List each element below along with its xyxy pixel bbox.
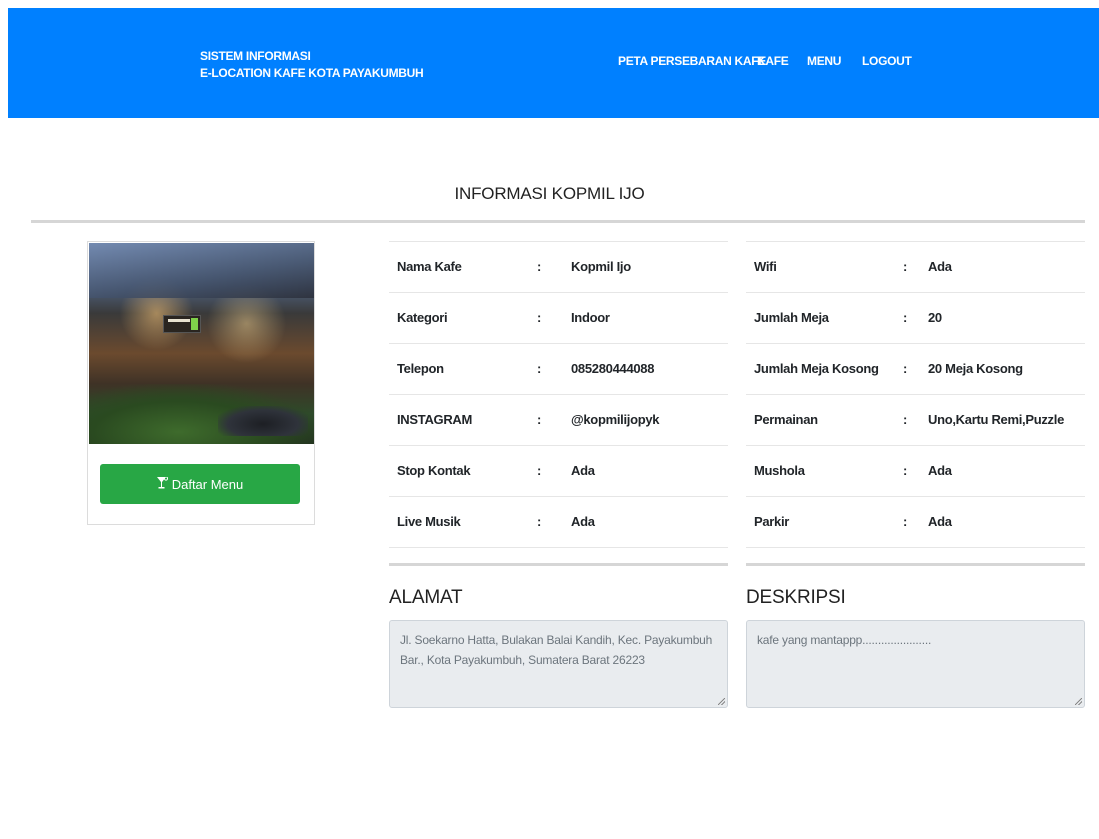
row-separator: : xyxy=(903,463,908,478)
navbar: SISTEM INFORMASI E-LOCATION KAFE KOTA PA… xyxy=(8,8,1099,118)
nav-kafe[interactable]: KAFE xyxy=(757,54,789,68)
row-separator: : xyxy=(537,361,542,376)
nav-peta-persebaran-kafe[interactable]: PETA PERSEBARAN KAFE xyxy=(618,54,766,68)
row-label: Mushola xyxy=(754,463,805,478)
table-row: Parkir : Ada xyxy=(746,497,1085,548)
row-label: Telepon xyxy=(397,361,444,376)
deskripsi-text: kafe yang mantappp...................... xyxy=(757,633,932,647)
row-separator: : xyxy=(903,310,908,325)
row-value: Ada xyxy=(571,463,595,478)
table-row: INSTAGRAM : @kopmilijopyk xyxy=(389,395,728,446)
row-label: Jumlah Meja Kosong xyxy=(754,361,879,376)
row-value: 085280444088 xyxy=(571,361,655,376)
row-value: Kopmil Ijo xyxy=(571,259,631,274)
deskripsi-heading: DESKRIPSI xyxy=(746,587,846,608)
row-value: Indoor xyxy=(571,310,610,325)
daftar-menu-button[interactable]: Daftar Menu xyxy=(100,464,300,504)
row-separator: : xyxy=(903,361,908,376)
resize-handle-icon[interactable] xyxy=(718,698,725,705)
cafe-sign xyxy=(163,315,201,333)
table-row: Kategori : Indoor xyxy=(389,293,728,344)
alamat-heading: ALAMAT xyxy=(389,587,463,608)
row-separator: : xyxy=(537,514,542,529)
row-label: Live Musik xyxy=(397,514,461,529)
row-value: 20 xyxy=(928,310,942,325)
page-title: INFORMASI KOPMIL IJO xyxy=(454,184,645,203)
table-row: Stop Kontak : Ada xyxy=(389,446,728,497)
cocktail-glass-icon xyxy=(156,475,168,492)
row-value: Ada xyxy=(928,514,952,529)
alamat-text: Jl. Soekarno Hatta, Bulakan Balai Kandih… xyxy=(400,633,713,667)
table-row: Jumlah Meja : 20 xyxy=(746,293,1085,344)
table-row: Nama Kafe : Kopmil Ijo xyxy=(389,242,728,293)
row-label: Permainan xyxy=(754,412,818,427)
nav-logout[interactable]: LOGOUT xyxy=(862,54,912,68)
table-row: Telepon : 085280444088 xyxy=(389,344,728,395)
row-separator: : xyxy=(537,412,542,427)
row-label: Stop Kontak xyxy=(397,463,471,478)
resize-handle-icon[interactable] xyxy=(1075,698,1082,705)
title-divider xyxy=(31,220,1085,223)
row-label: INSTAGRAM xyxy=(397,412,473,427)
row-separator: : xyxy=(903,514,908,529)
row-separator: : xyxy=(537,463,542,478)
row-value: Uno,Kartu Remi,Puzzle xyxy=(928,412,1064,427)
row-label: Parkir xyxy=(754,514,790,529)
row-value: Ada xyxy=(571,514,595,529)
table-row: Wifi : Ada xyxy=(746,242,1085,293)
table-divider xyxy=(389,548,728,566)
row-value: @kopmilijopyk xyxy=(571,412,660,427)
cafe-photo xyxy=(89,243,314,444)
table-row: Permainan : Uno,Kartu Remi,Puzzle xyxy=(746,395,1085,446)
info-table-right: Wifi : Ada Jumlah Meja : 20 Jumlah Meja … xyxy=(746,241,1085,566)
row-separator: : xyxy=(903,412,908,427)
row-label: Jumlah Meja xyxy=(754,310,829,325)
table-divider xyxy=(746,548,1085,566)
row-value: Ada xyxy=(928,463,952,478)
table-row: Live Musik : Ada xyxy=(389,497,728,548)
row-label: Nama Kafe xyxy=(397,259,462,274)
row-label: Kategori xyxy=(397,310,448,325)
brand[interactable]: SISTEM INFORMASI E-LOCATION KAFE KOTA PA… xyxy=(200,48,424,82)
nav-menu[interactable]: MENU xyxy=(807,54,841,68)
table-row: Mushola : Ada xyxy=(746,446,1085,497)
info-table-left: Nama Kafe : Kopmil Ijo Kategori : Indoor… xyxy=(389,241,728,566)
row-separator: : xyxy=(903,259,908,274)
daftar-menu-label: Daftar Menu xyxy=(171,476,244,492)
cafe-photo-card: Daftar Menu xyxy=(87,241,315,525)
row-separator: : xyxy=(537,259,542,274)
brand-line-2: E-LOCATION KAFE KOTA PAYAKUMBUH xyxy=(200,66,424,80)
alamat-textarea[interactable]: Jl. Soekarno Hatta, Bulakan Balai Kandih… xyxy=(389,620,728,708)
row-label: Wifi xyxy=(754,259,777,274)
brand-line-1: SISTEM INFORMASI xyxy=(200,49,311,63)
table-row: Jumlah Meja Kosong : 20 Meja Kosong xyxy=(746,344,1085,395)
deskripsi-textarea[interactable]: kafe yang mantappp...................... xyxy=(746,620,1085,708)
row-separator: : xyxy=(537,310,542,325)
row-value: Ada xyxy=(928,259,952,274)
row-value: 20 Meja Kosong xyxy=(928,361,1023,376)
